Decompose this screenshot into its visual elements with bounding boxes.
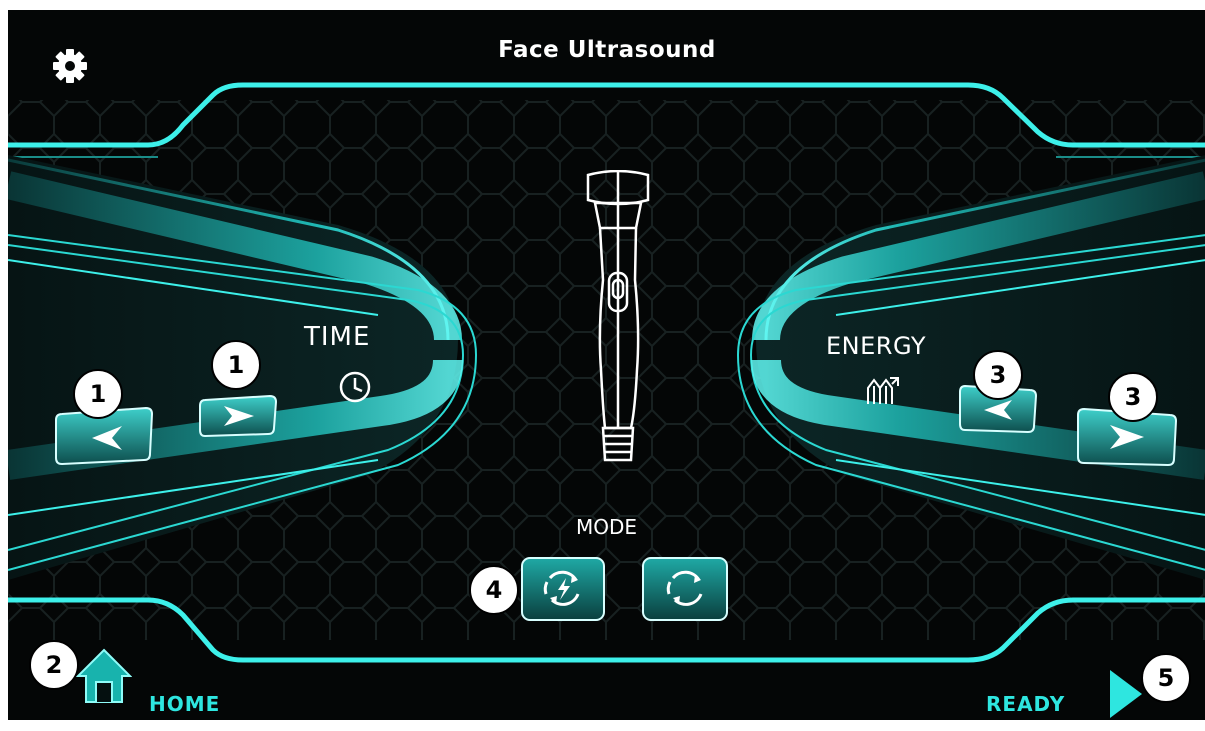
time-label: TIME: [304, 322, 371, 352]
home-label[interactable]: HOME: [149, 692, 220, 716]
callout-mode: 4: [469, 565, 519, 615]
clock-icon: [339, 371, 371, 403]
callout-energy-increase: 3: [1108, 372, 1158, 422]
device-screen: Face Ultrasound TIME ENERGY MODE HOME RE…: [8, 10, 1205, 720]
home-icon[interactable]: [75, 646, 133, 710]
callout-home: 2: [29, 640, 79, 690]
time-increase-button[interactable]: [198, 394, 278, 442]
pulse-mode-button[interactable]: [520, 556, 606, 626]
continuous-mode-button[interactable]: [641, 556, 729, 626]
mode-label: MODE: [576, 515, 638, 539]
energy-chart-icon: [867, 377, 899, 404]
pulse-mode-icon: [521, 557, 605, 621]
energy-label: ENERGY: [826, 332, 927, 360]
play-icon[interactable]: [1108, 668, 1144, 720]
gear-icon[interactable]: [52, 48, 88, 88]
continuous-mode-icon: [642, 557, 728, 621]
page-title: Face Ultrasound: [498, 37, 716, 63]
ultrasound-handpiece-icon: [586, 170, 650, 462]
callout-time-increase: 1: [211, 340, 261, 390]
callout-ready: 5: [1141, 653, 1191, 703]
callout-energy-decrease: 3: [973, 350, 1023, 400]
arrow-right-icon: [199, 394, 278, 438]
ready-label[interactable]: READY: [986, 692, 1065, 716]
callout-time-decrease: 1: [73, 369, 123, 419]
